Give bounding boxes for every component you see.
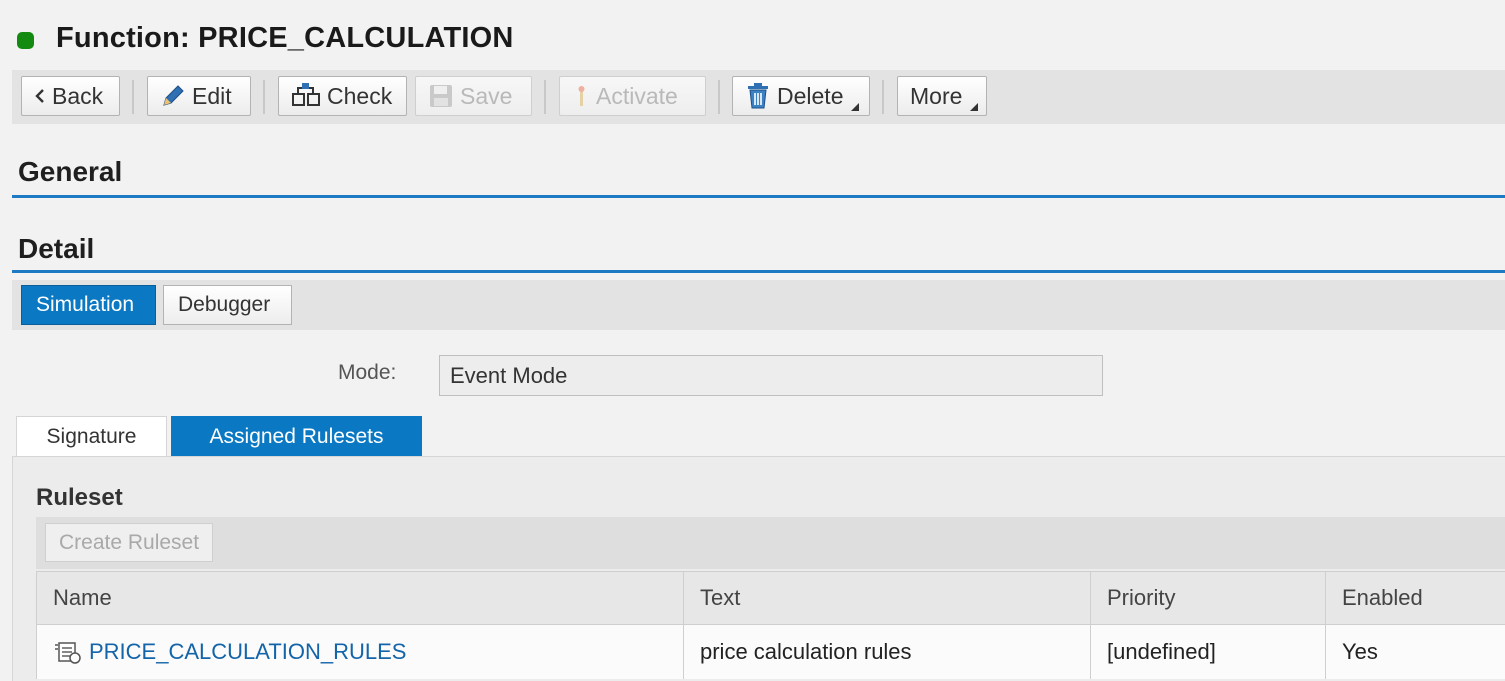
floppy-disk-icon: [428, 83, 454, 109]
edit-label: Edit: [192, 82, 232, 109]
column-header-enabled[interactable]: Enabled: [1326, 571, 1505, 625]
section-divider: [12, 195, 1505, 198]
mode-label: Mode:: [338, 361, 397, 384]
detail-section-title[interactable]: Detail: [18, 233, 94, 265]
edit-button[interactable]: Edit: [147, 76, 251, 116]
column-header-priority[interactable]: Priority: [1091, 571, 1326, 625]
mode-field[interactable]: Event Mode: [439, 355, 1103, 396]
table-toolbar: [36, 517, 1505, 569]
table-header-row: Name Text Priority Enabled: [36, 571, 1505, 625]
ruleset-name-link[interactable]: PRICE_CALCULATION_RULES: [89, 639, 406, 665]
check-object-icon: [291, 82, 321, 110]
tab-simulation[interactable]: Simulation: [21, 285, 156, 325]
column-header-text[interactable]: Text: [684, 571, 1091, 625]
priority-cell: [undefined]: [1091, 625, 1326, 679]
check-label: Check: [327, 82, 393, 109]
activate-match-icon: [572, 83, 590, 109]
status-indicator: [17, 32, 34, 49]
page-title: Function: PRICE_CALCULATION: [56, 22, 514, 54]
back-button[interactable]: Back: [21, 76, 120, 116]
tab-assigned-rulesets[interactable]: Assigned Rulesets: [171, 416, 422, 457]
trash-icon: [745, 82, 771, 110]
activate-button[interactable]: Activate: [559, 76, 706, 116]
pencil-icon: [160, 83, 186, 109]
save-label: Save: [460, 82, 513, 109]
more-label: More: [910, 82, 963, 109]
toolbar-separator: [718, 80, 720, 114]
general-section-title[interactable]: General: [18, 156, 122, 188]
check-button[interactable]: Check: [278, 76, 407, 116]
back-label: Back: [52, 82, 104, 109]
delete-label: Delete: [777, 82, 844, 109]
column-header-name[interactable]: Name: [36, 571, 684, 625]
more-button[interactable]: More: [897, 76, 987, 116]
toolbar-separator: [544, 80, 546, 114]
table-row[interactable]: PRICE_CALCULATION_RULES price calculatio…: [36, 625, 1505, 679]
toolbar-separator: [132, 80, 134, 114]
ruleset-icon: [53, 639, 83, 665]
text-cell: price calculation rules: [684, 625, 1091, 679]
delete-button[interactable]: Delete: [732, 76, 870, 116]
toolbar-separator: [882, 80, 884, 114]
activate-label: Activate: [596, 82, 678, 109]
save-button[interactable]: Save: [415, 76, 532, 116]
ruleset-table: Name Text Priority Enabled PRICE_CALCULA…: [36, 571, 1505, 679]
create-ruleset-button[interactable]: Create Ruleset: [45, 523, 214, 562]
chevron-left-icon: [34, 88, 46, 104]
enabled-cell: Yes: [1326, 625, 1505, 679]
section-divider: [12, 270, 1505, 273]
name-cell: PRICE_CALCULATION_RULES: [36, 625, 684, 679]
dropdown-caret-icon: [970, 103, 979, 111]
ruleset-title: Ruleset: [36, 484, 123, 511]
toolbar-separator: [263, 80, 265, 114]
dropdown-caret-icon: [851, 103, 860, 111]
tab-debugger[interactable]: Debugger: [163, 285, 292, 325]
tab-signature[interactable]: Signature: [16, 416, 167, 457]
